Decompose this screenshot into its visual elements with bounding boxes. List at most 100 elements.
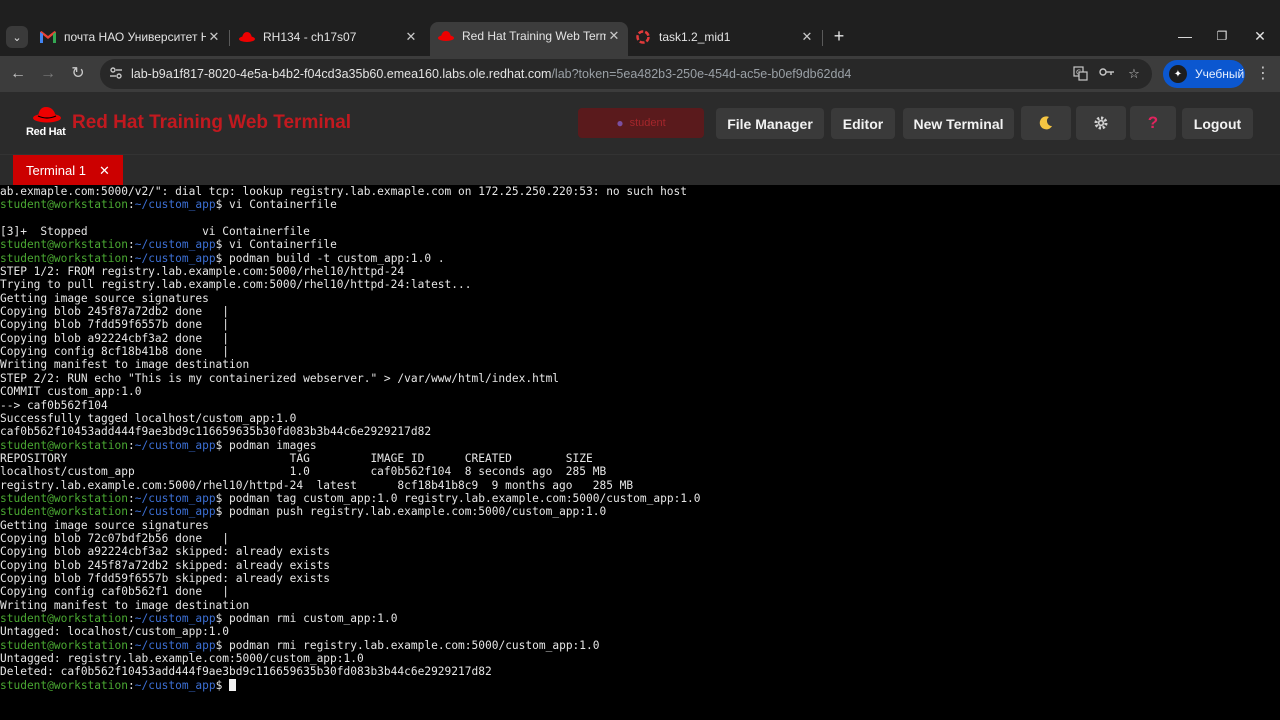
terminal-output-line: Copying blob a92224cbf3a2 done | <box>0 331 230 345</box>
browser-tab-title: task1.2_mid1 <box>659 30 731 44</box>
prompt-path: ~/custom_app <box>134 491 216 505</box>
terminal-output-line: [3]+ Stopped vi Containerfile <box>0 225 310 239</box>
redhat-hat-icon <box>33 107 61 123</box>
prompt-user: student@workstation <box>0 438 128 452</box>
terminal-command: podman rmi registry.lab.example.com:5000… <box>222 638 600 652</box>
tab-divider <box>822 30 823 46</box>
browser-menu-icon[interactable]: ⋮ <box>1255 62 1271 86</box>
prompt-path: ~/custom_app <box>134 198 216 212</box>
terminal-output[interactable]: ab.exmaple.com:5000/v2/": dial tcp: look… <box>0 185 1280 720</box>
terminal-command: podman push registry.lab.example.com:500… <box>222 505 607 519</box>
terminal-command: podman build -t custom_app:1.0 . <box>222 251 445 265</box>
prompt-user: student@workstation <box>0 198 128 212</box>
file-manager-button[interactable]: File Manager <box>716 108 824 139</box>
redhat-logo: Red Hat <box>24 106 68 140</box>
prompt-separator: : <box>127 238 135 252</box>
reload-icon[interactable]: ↻ <box>66 62 90 86</box>
terminal-output-line: registry.lab.example.com:5000/rhel10/htt… <box>0 478 634 492</box>
prompt-path: ~/custom_app <box>134 238 216 252</box>
close-icon[interactable]: ✕ <box>403 29 419 45</box>
terminal-output-line: --> caf0b562f104 <box>0 398 108 412</box>
terminal-command: podman tag custom_app:1.0 registry.lab.e… <box>222 491 701 505</box>
prompt-separator: : <box>127 505 135 519</box>
prompt-path: ~/custom_app <box>134 638 216 652</box>
terminal-output-line: caf0b562f10453add444f9ae3bd9c116659635b3… <box>0 425 432 439</box>
user-icon: ● <box>616 116 624 130</box>
terminal-output-line: Copying config caf0b562f1 done | <box>0 585 230 599</box>
terminal-prompt-line: student@workstation:~/custom_app$ podman… <box>0 639 1280 652</box>
browser-tab-title: RH134 - ch17s07 <box>263 30 357 44</box>
url-host: lab-b9a1f817-8020-4e5a-b4b2-f04cd3a35b60… <box>131 67 552 81</box>
app-header: Red Hat Red Hat Training Web Terminal ● … <box>0 92 1280 154</box>
terminal-prompt-line: student@workstation:~/custom_app$ podman… <box>0 252 1280 265</box>
terminal-prompt-line: student@workstation:~/custom_app$ vi Con… <box>0 198 1280 211</box>
minimize-icon[interactable]: — <box>1175 26 1195 46</box>
terminal-command: vi Containerfile <box>222 198 337 212</box>
tab-terminal-1[interactable]: Terminal 1 ✕ <box>13 155 123 186</box>
user-button[interactable]: ● student <box>578 108 704 138</box>
settings-button[interactable] <box>1076 106 1126 140</box>
back-arrow-icon[interactable]: ← <box>6 62 30 86</box>
terminal-prompt-line: student@workstation:~/custom_app$ <box>0 678 1280 692</box>
terminal-tabbar: Terminal 1 ✕ <box>0 154 1280 186</box>
terminal-output-line: REPOSITORY TAG IMAGE ID CREATED SIZE <box>0 451 593 465</box>
app-title: Red Hat Training Web Terminal <box>72 112 352 133</box>
terminal-prompt-line: student@workstation:~/custom_app$ vi Con… <box>0 238 1280 251</box>
new-tab-plus-icon[interactable]: + <box>829 26 849 46</box>
editor-button[interactable]: Editor <box>831 108 895 139</box>
close-icon[interactable]: ✕ <box>799 29 815 45</box>
terminal-output-line: Successfully tagged localhost/custom_app… <box>0 411 297 425</box>
terminal-output-line: Copying blob 7fdd59f6557b done | <box>0 318 230 332</box>
terminal-output-line: STEP 1/2: FROM registry.lab.example.com:… <box>0 265 405 279</box>
terminal-output-line: Deleted: caf0b562f10453add444f9ae3bd9c11… <box>0 665 492 679</box>
browser-tab-1[interactable]: RH134 - ch17s07 ✕ <box>239 24 419 50</box>
prompt-separator: : <box>127 678 135 692</box>
terminal-cursor <box>229 678 236 691</box>
prompt-user: student@workstation <box>0 612 128 625</box>
profile-label: Учебный <box>1195 67 1245 81</box>
prompt-path: ~/custom_app <box>134 251 216 265</box>
logout-button[interactable]: Logout <box>1182 108 1253 139</box>
theme-toggle-button[interactable] <box>1021 106 1071 140</box>
prompt-separator: : <box>127 491 135 505</box>
redhat-hat-icon <box>239 29 255 45</box>
openshift-icon <box>635 29 651 45</box>
prompt-path: ~/custom_app <box>134 505 216 519</box>
question-icon: ? <box>1147 113 1159 132</box>
prompt-separator: : <box>127 438 135 452</box>
terminal-prompt-line: student@workstation:~/custom_app$ podman… <box>0 505 1280 518</box>
terminal-output-line: Trying to pull registry.lab.example.com:… <box>0 278 472 292</box>
tab-search-chevron-icon[interactable]: ⌄ <box>6 26 28 48</box>
terminal-command <box>222 679 229 692</box>
terminal-prompt-line: student@workstation:~/custom_app$ podman… <box>0 439 1280 452</box>
new-terminal-button[interactable]: New Terminal <box>903 108 1014 139</box>
browser-tab-0[interactable]: почта НАО Университет НАРХ ✕ <box>40 24 222 50</box>
browser-tab-3[interactable]: task1.2_mid1 ✕ <box>635 24 815 50</box>
password-key-icon[interactable] <box>1099 66 1115 82</box>
terminal-output-line: Getting image source signatures <box>0 518 209 532</box>
terminal-prompt-line: student@workstation:~/custom_app$ podman… <box>0 492 1280 505</box>
profile-avatar-icon: ✦ <box>1169 65 1187 83</box>
prompt-separator: : <box>127 612 135 625</box>
browser-toolbar: ← → ↻ lab-b9a1f817-8020-4e5a-b4b2-f04cd3… <box>0 56 1280 92</box>
terminal-output-line: localhost/custom_app 1.0 caf0b562f104 8 … <box>0 465 607 479</box>
prompt-user: student@workstation <box>0 505 128 519</box>
profile-button[interactable]: ✦ Учебный <box>1163 60 1245 88</box>
browser-tab-title: почта НАО Университет НАРХ <box>64 30 206 44</box>
close-icon[interactable]: ✕ <box>206 29 222 45</box>
forward-arrow-icon[interactable]: → <box>36 62 60 86</box>
terminal-command: vi Containerfile <box>222 238 337 252</box>
close-icon[interactable]: ✕ <box>99 163 110 179</box>
close-icon[interactable]: ✕ <box>606 28 622 44</box>
translate-icon[interactable]: G <box>1072 66 1088 82</box>
browser-tab-2[interactable]: Red Hat Training Web Terminal ✕ <box>430 22 628 56</box>
window-close-icon[interactable]: ✕ <box>1250 26 1270 46</box>
bookmark-star-icon[interactable]: ☆ <box>1126 66 1142 82</box>
address-bar[interactable]: lab-b9a1f817-8020-4e5a-b4b2-f04cd3a35b60… <box>100 59 1152 89</box>
help-button[interactable]: ? <box>1130 106 1176 140</box>
site-info-icon[interactable] <box>108 66 124 82</box>
terminal-output-line: Copying blob 72c07bdf2b56 done | <box>0 531 230 545</box>
restore-icon[interactable]: ❐ <box>1212 26 1232 46</box>
url-text: lab-b9a1f817-8020-4e5a-b4b2-f04cd3a35b60… <box>131 67 851 81</box>
terminal-output-line: Copying blob 245f87a72db2 done | <box>0 305 230 319</box>
